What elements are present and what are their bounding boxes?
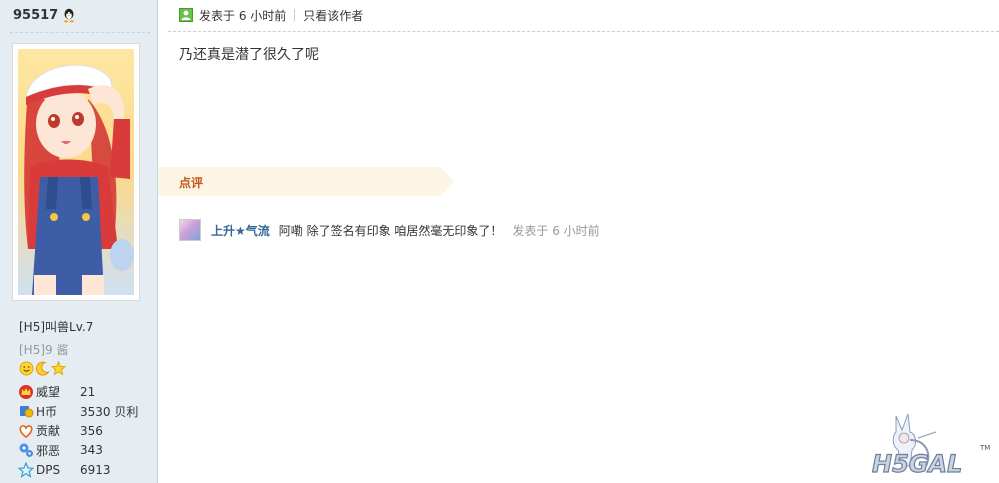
comment-item: 上升★气流 阿嘞 除了签名有印象 咱居然毫无印象了！ 发表于 6 小时前 [179,219,600,241]
h5gal-logo: H5GAL TM [871,413,990,479]
user-rank: [H5]叫兽Lv.7 [19,320,94,334]
comment-author-link[interactable]: 上升★气流 [211,222,270,239]
stat-label: DPS [36,462,61,477]
svg-text:H5GAL: H5GAL [872,450,962,478]
meta-separator [294,9,296,21]
stat-value: 6913 [80,462,111,477]
comment-time: 发表于 6 小时前 [512,223,600,238]
svg-text:TM: TM [979,444,990,452]
stat-label: 贡献 [36,424,61,439]
avatar-image [18,49,134,295]
online-status-icon [179,8,193,22]
stat-label: 邪恶 [36,443,61,458]
stat-row-contribution: 贡献 356 [18,421,153,441]
user-rank-sub: [H5]9 酱 [19,343,69,357]
heart-icon [19,424,33,438]
only-view-author-link[interactable]: 只看该作者 [303,7,363,24]
stat-row-dps: DPS 6913 [18,460,153,480]
post-content: 乃还真是潜了很久了呢 [179,47,319,63]
profile-divider [10,32,150,33]
stat-label: 威望 [36,385,61,400]
user-online-icon [64,8,75,22]
moon-medal-icon[interactable] [35,361,50,376]
user-id-row: 95517 [13,6,76,24]
stat-value: 21 [80,384,96,399]
smiley-medal-icon[interactable] [19,361,34,376]
stat-value: 356 [80,423,103,438]
star-icon [18,461,34,478]
stat-label: H币 [36,404,58,419]
medal-list [19,361,66,376]
post-time: 发表于 6 小时前 [199,8,287,23]
gear-icon [19,443,33,458]
user-id[interactable]: 95517 [13,8,58,23]
star-medal-icon[interactable] [51,361,66,376]
stat-value: 3530 贝利 [80,404,139,419]
stat-row-evil: 邪恶 343 [18,441,153,461]
user-profile-sidebar: 95517 [H5]叫兽Lv.7 [H5]9 酱 威望 21 H币 3530 贝… [0,0,158,483]
crown-icon [19,384,33,399]
stat-row-hcoin: H币 3530 贝利 [18,402,153,422]
post-meta: 发表于 6 小时前 只看该作者 [179,6,363,24]
avatar[interactable] [12,43,140,301]
stat-value: 343 [80,443,103,458]
post-divider [168,31,999,32]
coin-icon [20,406,34,418]
stat-row-prestige: 威望 21 [18,382,153,402]
user-stats: 威望 21 H币 3530 贝利 贡献 356 邪恶 343 DPS 6913 [18,382,153,480]
comments-title: 点评 [179,176,204,190]
comment-avatar[interactable] [179,219,201,241]
comment-text: 阿嘞 除了签名有印象 咱居然毫无印象了！ [278,223,503,238]
